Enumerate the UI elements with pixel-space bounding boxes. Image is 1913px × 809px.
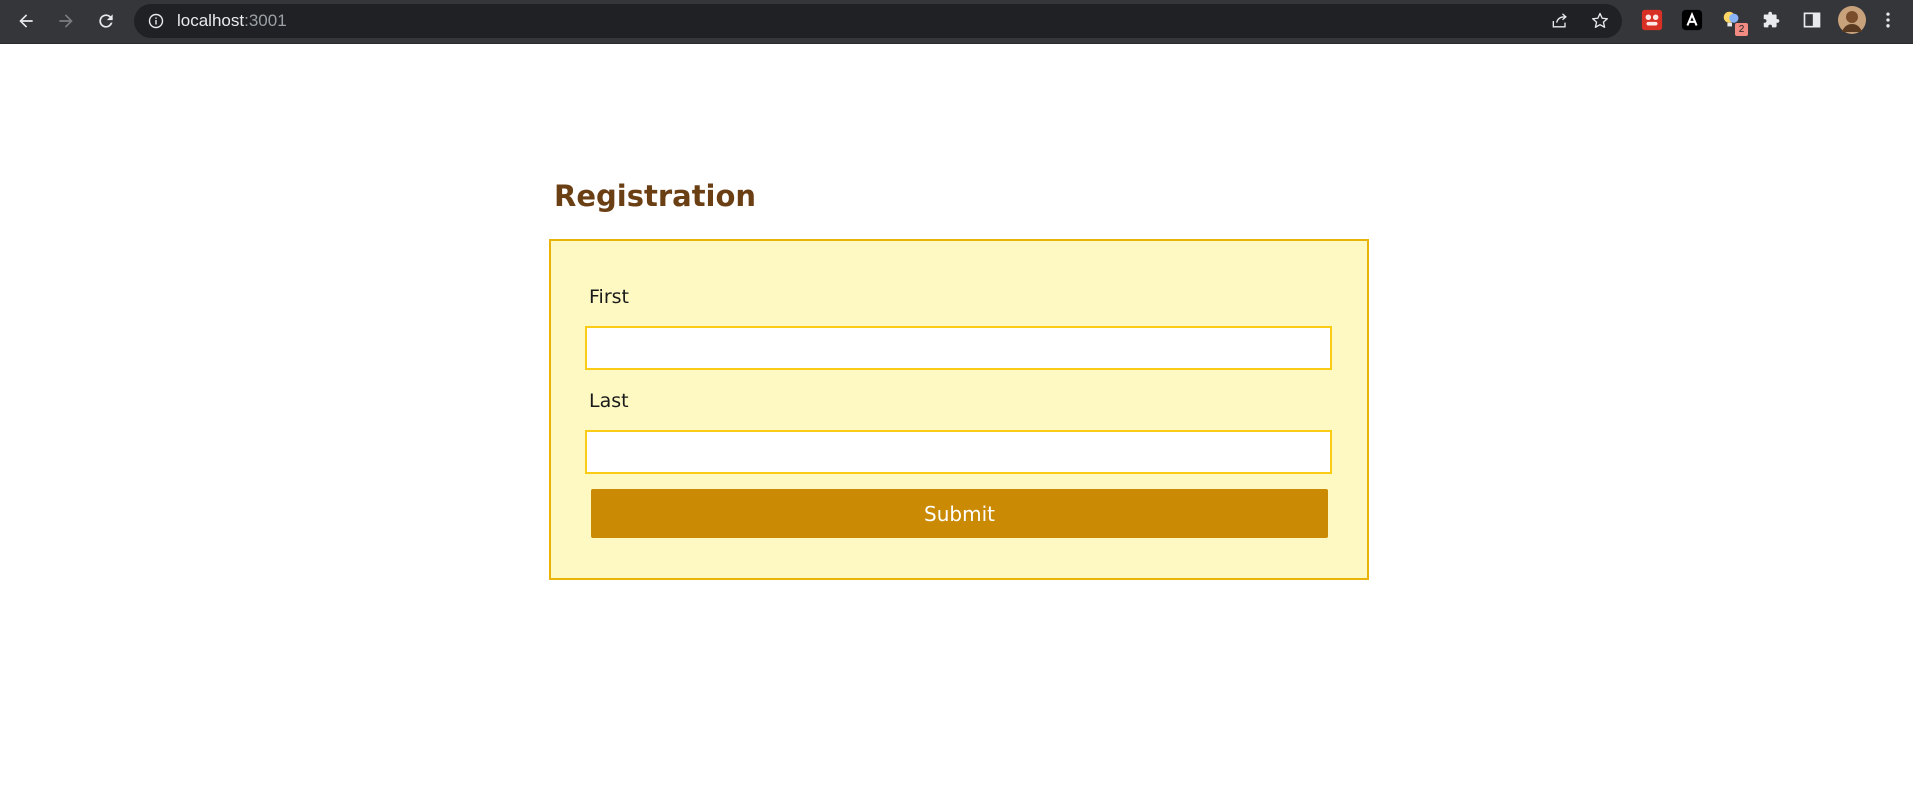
extension-badge-count: 2	[1735, 23, 1748, 36]
browser-menu-button[interactable]	[1876, 8, 1900, 32]
reload-icon	[99, 14, 113, 28]
first-name-input[interactable]	[585, 326, 1332, 370]
url-text: localhost:3001	[177, 4, 287, 38]
avatar-icon	[1838, 6, 1866, 34]
profile-avatar[interactable]	[1838, 6, 1866, 34]
url-port: :3001	[244, 11, 287, 30]
share-icon[interactable]	[1550, 11, 1570, 31]
star-icon[interactable]	[1590, 11, 1610, 31]
extension-red-icon[interactable]	[1640, 8, 1664, 32]
forward-button[interactable]	[50, 5, 82, 37]
submit-button[interactable]: Submit	[591, 489, 1328, 538]
extension-a-icon[interactable]	[1680, 8, 1704, 32]
first-name-label: First	[589, 286, 629, 308]
url-host: localhost	[177, 11, 245, 30]
page-title: Registration	[554, 179, 757, 213]
reload-button[interactable]	[90, 5, 122, 37]
arrow-left-icon	[19, 14, 33, 28]
last-name-label: Last	[589, 390, 629, 412]
arrow-right-icon	[59, 14, 73, 28]
extensions-button[interactable]	[1760, 8, 1784, 32]
side-panel-icon	[1803, 12, 1821, 28]
side-panel-button[interactable]	[1800, 8, 1824, 32]
back-button[interactable]	[10, 5, 42, 37]
info-icon[interactable]	[148, 13, 164, 29]
browser-toolbar: localhost:3001 2	[0, 0, 1913, 44]
last-name-input[interactable]	[585, 430, 1332, 474]
extension-bulb-icon[interactable]: 2	[1720, 8, 1748, 36]
address-bar[interactable]: localhost:3001	[134, 4, 1622, 38]
kebab-menu-icon	[1886, 12, 1890, 28]
puzzle-icon	[1763, 11, 1780, 28]
